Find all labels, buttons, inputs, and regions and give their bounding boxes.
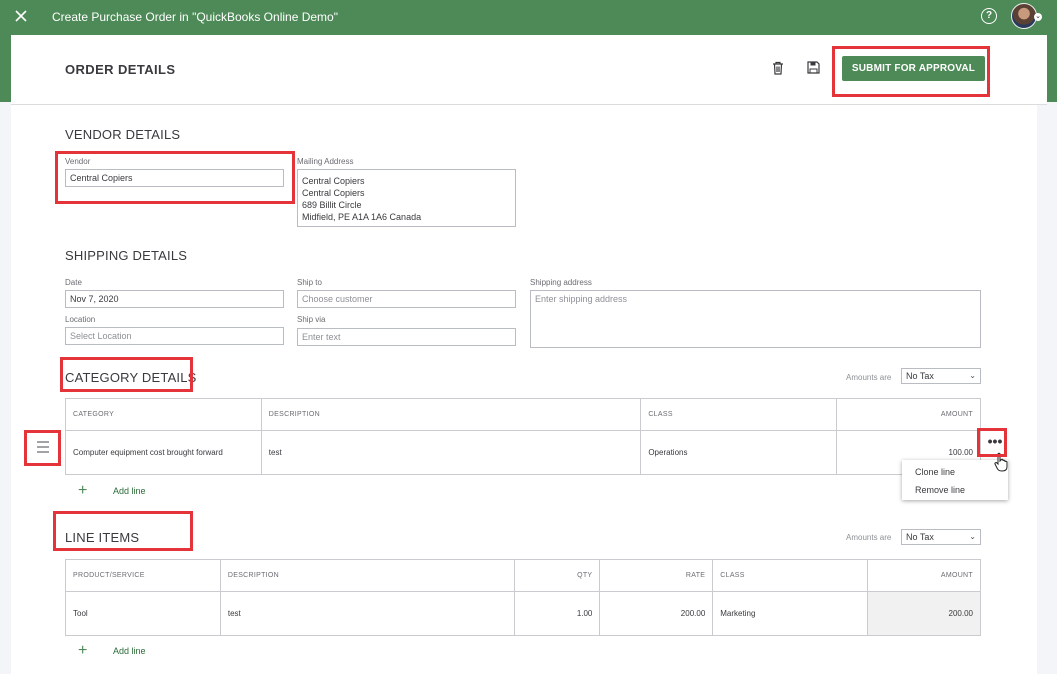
table-row: Tool test 1.00 200.00 Marketing 200.00 <box>65 591 981 636</box>
line-items-table: PRODUCT/SERVICE DESCRIPTION QTY RATE CLA… <box>65 559 981 636</box>
column-header: AMOUNT <box>836 398 981 431</box>
vendor-label: Vendor <box>65 157 91 166</box>
mailing-line: Midfield, PE A1A 1A6 Canada <box>302 212 422 222</box>
line-items-tax-select[interactable]: No Tax ⌄ <box>901 529 981 545</box>
green-gutter-right <box>1047 35 1057 102</box>
qty-cell[interactable]: 1.00 <box>514 591 601 636</box>
column-header: RATE <box>599 559 714 592</box>
tax-select-value: No Tax <box>906 371 934 381</box>
mailing-line: 689 Billit Circle <box>302 200 362 210</box>
help-icon[interactable]: ? <box>981 8 997 24</box>
class-cell[interactable]: Operations <box>640 430 838 475</box>
date-field[interactable]: Nov 7, 2020 <box>65 290 284 308</box>
ship-via-label: Ship via <box>297 315 326 324</box>
column-header: CATEGORY <box>65 398 262 431</box>
save-icon[interactable] <box>807 61 820 74</box>
column-header: DESCRIPTION <box>260 398 642 431</box>
green-gutter-left <box>0 35 11 102</box>
column-header: DESCRIPTION <box>219 559 516 592</box>
add-icon[interactable]: + <box>78 643 87 659</box>
close-icon[interactable] <box>13 8 29 24</box>
date-label: Date <box>65 278 82 287</box>
chevron-down-icon: ⌄ <box>969 532 976 541</box>
table-header-row: PRODUCT/SERVICE DESCRIPTION QTY RATE CLA… <box>65 559 981 592</box>
ship-via-field[interactable]: Enter text <box>297 328 516 346</box>
category-cell[interactable]: Computer equipment cost brought forward <box>65 430 262 475</box>
column-header: AMOUNT <box>867 559 981 592</box>
add-line-button[interactable]: Add line <box>113 486 146 496</box>
ship-to-field[interactable]: Choose customer <box>297 290 516 308</box>
column-header: PRODUCT/SERVICE <box>65 559 221 592</box>
shipping-address-label: Shipping address <box>530 278 592 287</box>
submit-for-approval-button[interactable]: SUBMIT FOR APPROVAL <box>842 56 985 81</box>
category-table: CATEGORY DESCRIPTION CLASS AMOUNT Comput… <box>65 398 981 475</box>
location-field[interactable]: Select Location <box>65 327 284 345</box>
add-line-button[interactable]: Add line <box>113 646 146 656</box>
hand-cursor-icon <box>994 452 1008 472</box>
mailing-line: Central Copiers <box>302 188 365 198</box>
chevron-down-icon: ⌄ <box>969 371 976 380</box>
page-title: ORDER DETAILS <box>65 62 176 77</box>
class-cell[interactable]: Marketing <box>712 591 869 636</box>
remove-line-menu-item[interactable]: Remove line <box>915 485 965 495</box>
line-items-heading: LINE ITEMS <box>65 530 140 545</box>
product-cell[interactable]: Tool <box>65 591 221 636</box>
trash-icon[interactable] <box>772 61 784 75</box>
more-options-icon[interactable]: ••• <box>984 434 1006 453</box>
category-tax-select[interactable]: No Tax ⌄ <box>901 368 981 384</box>
table-header-row: CATEGORY DESCRIPTION CLASS AMOUNT <box>65 398 981 431</box>
mailing-line: Central Copiers <box>302 176 365 186</box>
tax-select-value: No Tax <box>906 532 934 542</box>
category-details-heading: CATEGORY DETAILS <box>65 370 197 385</box>
description-cell[interactable]: test <box>219 591 516 636</box>
amounts-are-label: Amounts are <box>846 533 892 542</box>
ship-to-label: Ship to <box>297 278 322 287</box>
location-label: Location <box>65 315 96 324</box>
gray-gutter-left <box>0 102 11 674</box>
shipping-address-field[interactable]: Enter shipping address <box>530 290 981 348</box>
vendor-field[interactable]: Central Copiers <box>65 169 284 187</box>
column-header: CLASS <box>712 559 869 592</box>
column-header: QTY <box>514 559 601 592</box>
chevron-down-icon[interactable]: ⌄ <box>1034 13 1042 21</box>
table-row: Computer equipment cost brought forward … <box>65 430 981 475</box>
add-icon[interactable]: + <box>78 483 87 499</box>
rate-cell[interactable]: 200.00 <box>599 591 714 636</box>
amounts-are-label: Amounts are <box>846 373 892 382</box>
gray-gutter-right <box>1037 102 1057 674</box>
shipping-details-heading: SHIPPING DETAILS <box>65 248 188 263</box>
drag-handle-icon[interactable] <box>26 430 60 464</box>
vendor-details-heading: VENDOR DETAILS <box>65 127 181 142</box>
description-cell[interactable]: test <box>260 430 642 475</box>
amount-cell: 200.00 <box>867 591 981 636</box>
mailing-address-field[interactable]: Central Copiers Central Copiers 689 Bill… <box>297 169 516 227</box>
window-title: Create Purchase Order in "QuickBooks Onl… <box>52 10 338 24</box>
mailing-address-label: Mailing Address <box>297 157 354 166</box>
column-header: CLASS <box>640 398 838 431</box>
top-bar: Create Purchase Order in "QuickBooks Onl… <box>0 0 1057 35</box>
clone-line-menu-item[interactable]: Clone line <box>915 467 955 477</box>
